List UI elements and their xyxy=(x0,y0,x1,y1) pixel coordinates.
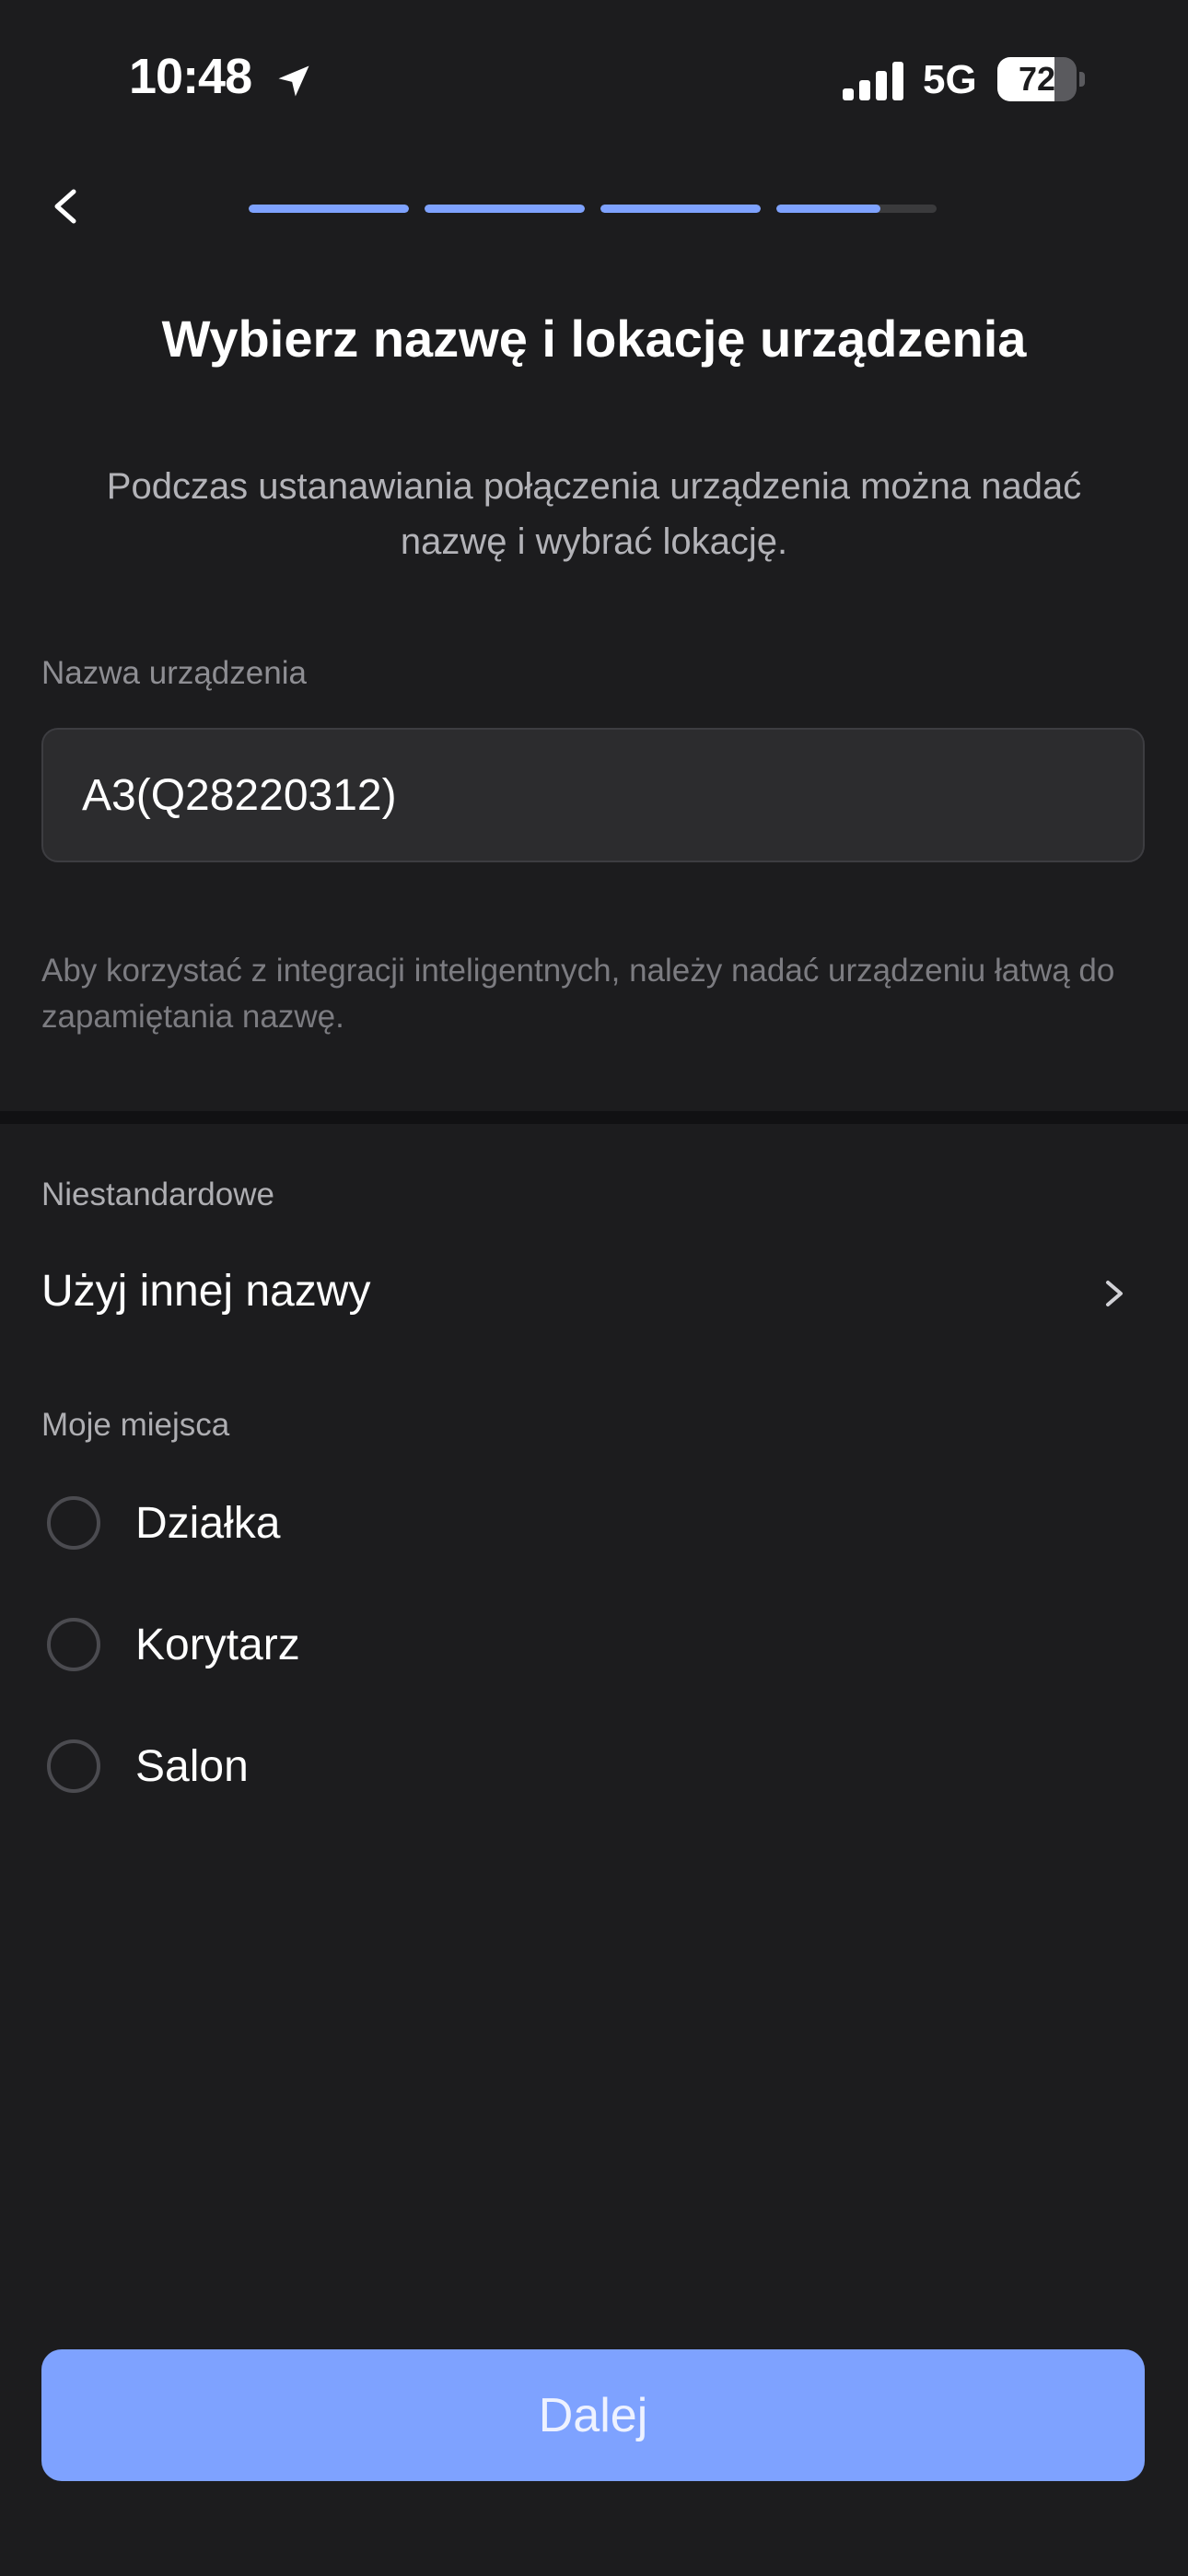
use-other-name-label: Użyj innej nazwy xyxy=(41,1267,371,1316)
progress-segment xyxy=(249,205,409,213)
place-label: Korytarz xyxy=(135,1621,300,1669)
progress-segment xyxy=(600,205,761,213)
section-divider xyxy=(0,1111,1188,1124)
place-option-korytarz[interactable]: Korytarz xyxy=(0,1595,1188,1696)
page-title: Wybierz nazwę i lokację urządzenia xyxy=(161,310,1027,368)
setup-progress xyxy=(249,205,938,214)
place-option-dzialka[interactable]: Działka xyxy=(0,1473,1188,1575)
battery-percent: 72 xyxy=(1018,60,1056,98)
device-name-input[interactable] xyxy=(41,728,1145,862)
radio-unchecked-icon[interactable] xyxy=(47,1496,100,1550)
place-label: Salon xyxy=(135,1742,249,1791)
page-subtitle: Podczas ustanawiania połączenia urządzen… xyxy=(106,466,1082,562)
progress-segment xyxy=(776,205,937,213)
device-name-hint: Aby korzystać z integracji inteligentnyc… xyxy=(41,953,1115,1035)
use-other-name-row[interactable]: Użyj innej nazwy xyxy=(0,1253,1188,1334)
place-label: Działka xyxy=(135,1499,281,1548)
location-arrow-icon xyxy=(278,65,309,97)
battery-icon: 72 xyxy=(997,57,1085,101)
chevron-left-icon xyxy=(54,189,76,224)
progress-segment xyxy=(425,205,585,213)
chevron-right-icon xyxy=(1106,1281,1123,1306)
custom-section-label: Niestandardowe xyxy=(41,1177,274,1212)
status-bar: 10:48 5G 72 xyxy=(0,0,1188,161)
next-button[interactable]: Dalej xyxy=(41,2349,1145,2481)
places-section-label: Moje miejsca xyxy=(41,1407,230,1443)
signal-bars-icon xyxy=(843,62,903,100)
status-time: 10:48 xyxy=(129,49,252,104)
place-option-salon[interactable]: Salon xyxy=(0,1716,1188,1818)
network-type: 5G xyxy=(923,57,977,102)
radio-unchecked-icon[interactable] xyxy=(47,1739,100,1793)
device-name-label: Nazwa urządzenia xyxy=(41,655,307,691)
back-button[interactable] xyxy=(41,173,96,240)
radio-unchecked-icon[interactable] xyxy=(47,1618,100,1671)
